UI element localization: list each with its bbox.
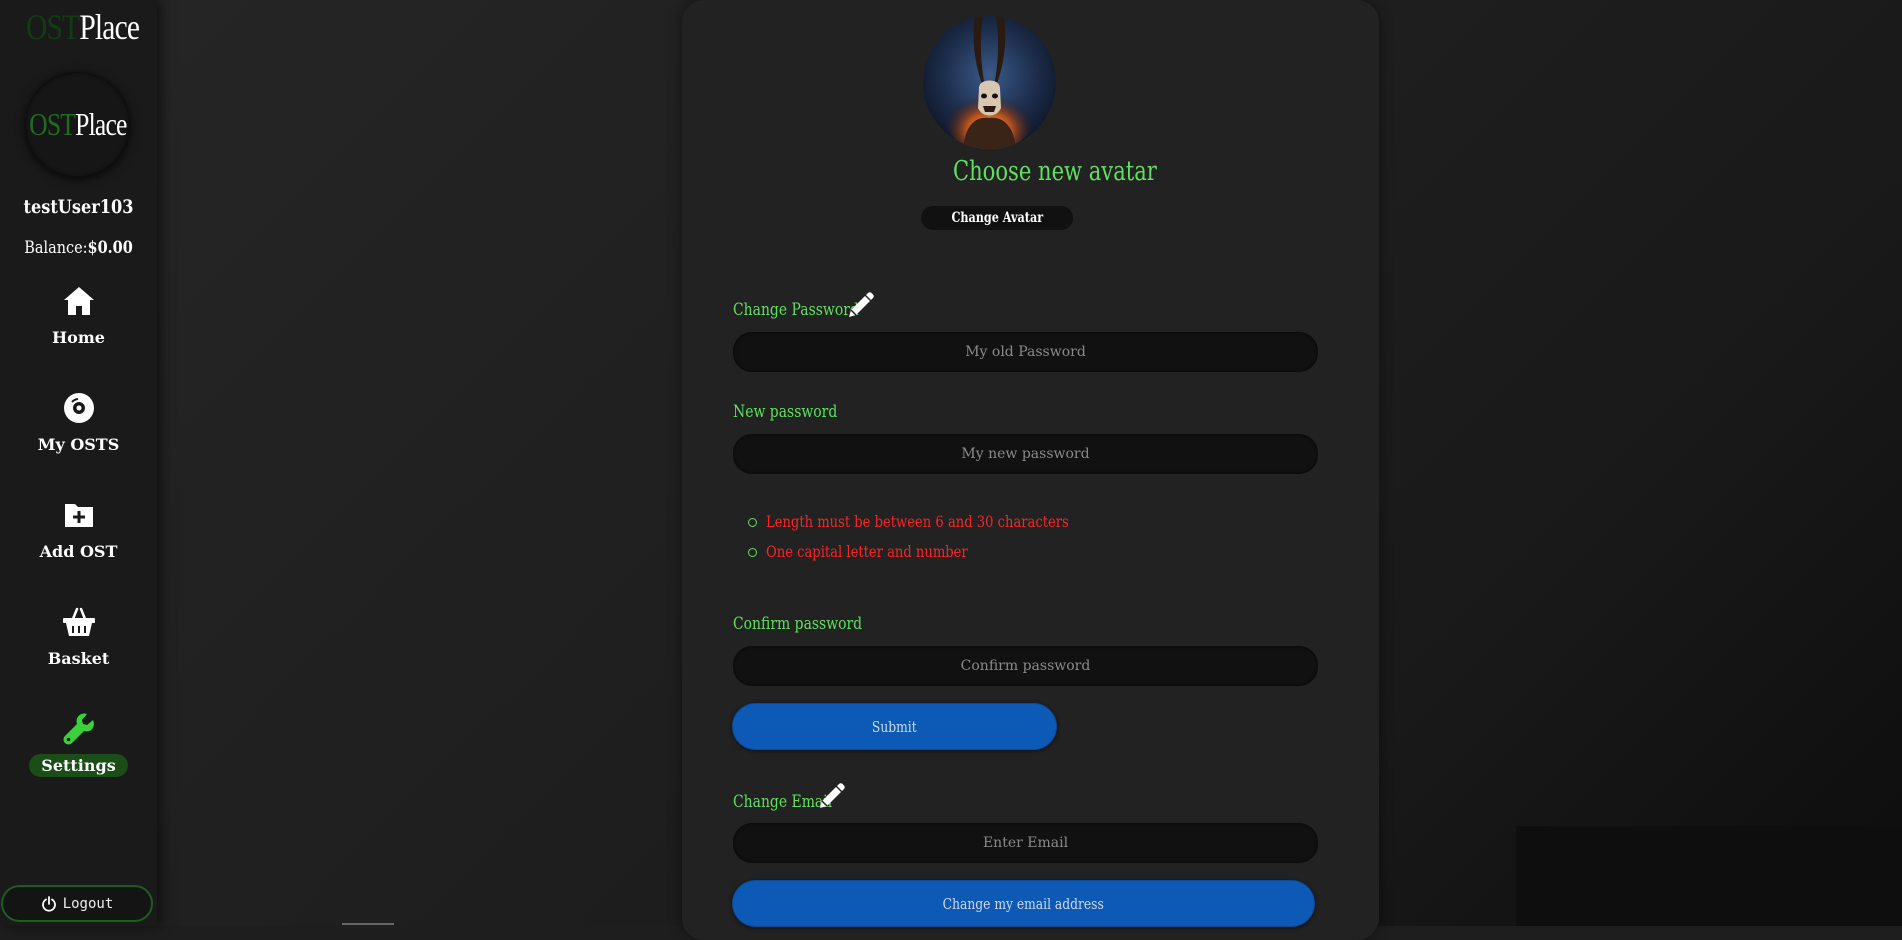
logout-button[interactable]: Logout (1, 885, 153, 922)
new-password-input[interactable] (733, 434, 1318, 474)
background-corner-shade (1516, 826, 1902, 926)
nav-item-home[interactable]: Home (0, 284, 157, 349)
username: testUser103 (23, 196, 134, 218)
submit-password-button[interactable]: Submit (732, 703, 1057, 750)
basket-icon (62, 607, 95, 636)
divider (342, 923, 394, 925)
nav-item-my-osts[interactable]: My OSTS (0, 391, 157, 456)
logout-label: Logout (62, 895, 114, 912)
password-rules: Length must be between 6 and 30 characte… (748, 510, 1135, 570)
password-rule-capital: One capital letter and number (748, 540, 1135, 570)
pencil-icon[interactable] (845, 291, 875, 321)
choose-avatar-title: Choose new avatar (953, 156, 1157, 187)
user-avatar: OSTPlace (25, 72, 130, 177)
balance-value: $0.00 (87, 238, 133, 258)
folder-plus-icon (64, 504, 93, 527)
change-avatar-button[interactable]: Change Avatar (921, 206, 1073, 230)
email-input[interactable] (733, 823, 1318, 863)
wrench-icon (63, 713, 94, 745)
home-icon (63, 287, 94, 315)
power-icon (41, 895, 56, 912)
avatar-brand-logo: OSTPlace (28, 106, 127, 142)
nav-item-add-ost[interactable]: Add OST (0, 498, 157, 563)
nav-label-home: Home (52, 328, 105, 347)
balance-label: Balance: (24, 238, 88, 258)
nav-item-basket[interactable]: Basket (0, 605, 157, 670)
disc-icon (63, 393, 94, 423)
password-rule-length: Length must be between 6 and 30 characte… (748, 510, 1135, 540)
new-password-label: New password (733, 402, 838, 422)
brand-logo[interactable]: OSTPlace (26, 6, 140, 48)
change-password-label: Change Password (733, 300, 859, 320)
confirm-password-input[interactable] (733, 646, 1318, 686)
old-password-input[interactable] (733, 332, 1318, 372)
change-email-button[interactable]: Change my email address (732, 880, 1315, 927)
nav-item-settings[interactable]: Settings (0, 712, 157, 777)
nav-label-add-ost: Add OST (39, 542, 118, 561)
pencil-icon[interactable] (816, 782, 846, 812)
nav-label-settings: Settings (29, 754, 128, 777)
nav-label-my-osts: My OSTS (37, 435, 120, 454)
sidebar: OSTPlace OSTPlace testUser103 Balance:$0… (0, 0, 157, 926)
nav-label-basket: Basket (47, 649, 110, 668)
confirm-password-label: Confirm password (733, 614, 863, 634)
profile-avatar-image[interactable] (923, 16, 1056, 149)
balance: Balance:$0.00 (12, 238, 145, 258)
